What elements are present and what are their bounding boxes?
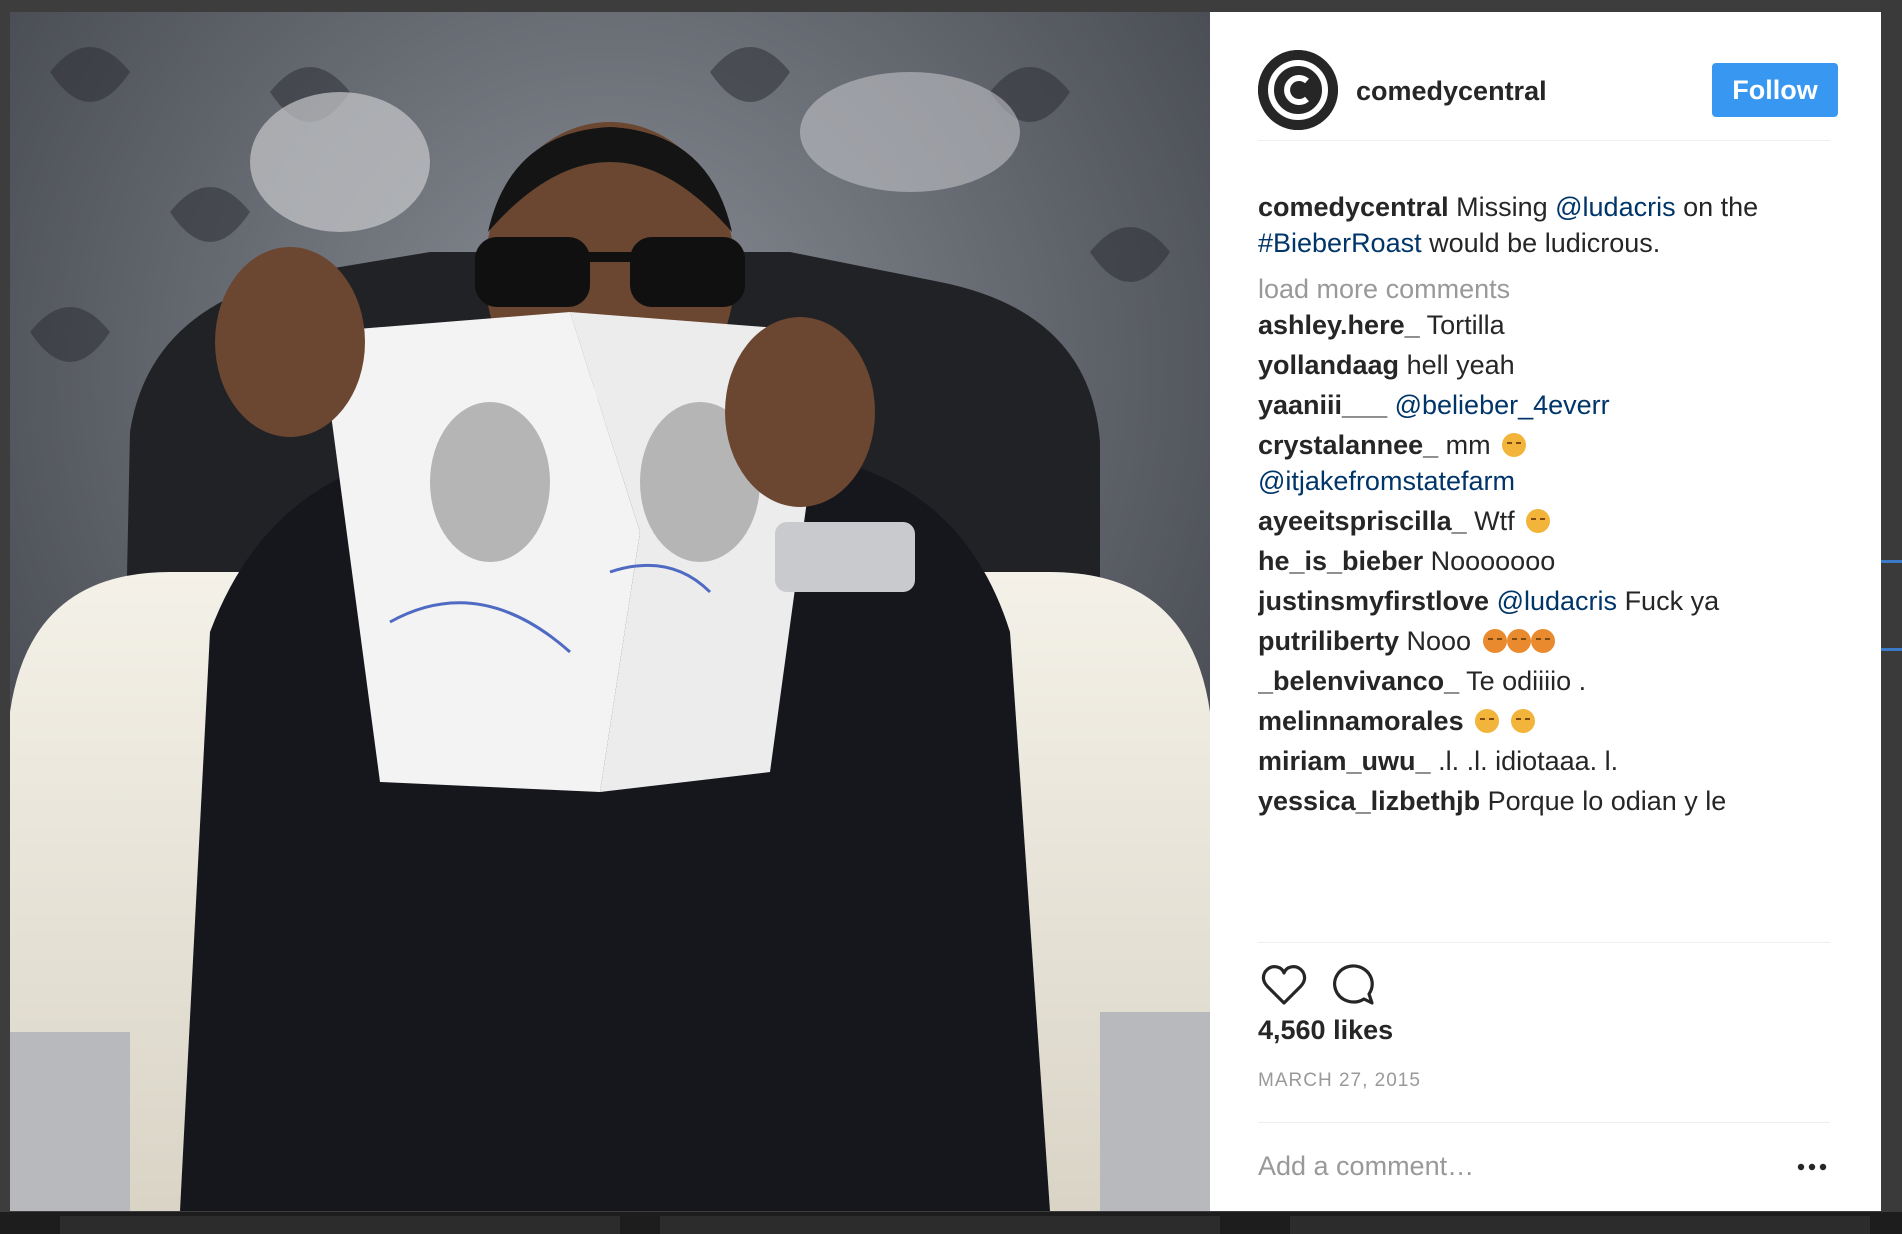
add-comment-input[interactable] bbox=[1258, 1141, 1778, 1191]
list-item: justinsmyfirstlove @ludacris Fuck ya bbox=[1258, 583, 1830, 619]
comment-mention[interactable]: @belieber_4everr bbox=[1395, 390, 1610, 420]
comment-username[interactable]: yessica_lizbethjb bbox=[1258, 786, 1480, 816]
angry-emoji-icon bbox=[1482, 629, 1507, 653]
post-date: MARCH 27, 2015 bbox=[1258, 1070, 1421, 1091]
comment-username[interactable]: yollandaag bbox=[1258, 350, 1399, 380]
comment-username[interactable]: miriam_uwu_ bbox=[1258, 746, 1431, 776]
comment-text: Fuck ya bbox=[1624, 586, 1720, 616]
post-modal: comedycentral Follow comedycentral Missi… bbox=[10, 12, 1881, 1211]
comment-text: Te odiiiio . bbox=[1466, 666, 1587, 696]
comment-username[interactable]: ashley.here_ bbox=[1258, 310, 1420, 340]
follow-button[interactable]: Follow bbox=[1712, 63, 1838, 117]
comedy-central-logo-icon bbox=[1258, 50, 1338, 130]
comment-bubble-icon[interactable] bbox=[1326, 959, 1378, 1011]
comment-username[interactable]: putriliberty bbox=[1258, 626, 1399, 656]
comment-text: Tortilla bbox=[1426, 310, 1505, 340]
list-item: he_is_bieber Nooooooo bbox=[1258, 543, 1830, 579]
avatar[interactable] bbox=[1258, 50, 1338, 130]
comment-mention[interactable]: @ludacris bbox=[1497, 586, 1617, 616]
comment-username[interactable]: ayeeitspriscilla_ bbox=[1258, 506, 1467, 536]
caption-mention[interactable]: @ludacris bbox=[1555, 192, 1675, 222]
action-bar bbox=[1258, 942, 1830, 1005]
comment-username[interactable]: melinnamorales bbox=[1258, 706, 1464, 736]
caption-text: Missing bbox=[1448, 192, 1556, 222]
list-item: ashley.here_ Tortilla bbox=[1258, 307, 1830, 343]
list-item: crystalannee_ mm @itjakefromstatefarm bbox=[1258, 427, 1830, 499]
list-item: yollandaag hell yeah bbox=[1258, 347, 1830, 383]
comment-text: Wtf bbox=[1474, 506, 1515, 536]
more-options-icon[interactable] bbox=[1790, 1145, 1834, 1189]
expressionless-emoji-icon bbox=[1475, 709, 1500, 733]
angry-emoji-icon bbox=[1530, 629, 1555, 653]
comment-text: mm bbox=[1445, 430, 1491, 460]
caption: comedycentral Missing @ludacris on the #… bbox=[1258, 189, 1830, 261]
post-side-panel: comedycentral Follow comedycentral Missi… bbox=[1210, 12, 1881, 1211]
post-header: comedycentral Follow bbox=[1258, 50, 1838, 141]
list-item: putriliberty Nooo bbox=[1258, 623, 1830, 659]
background-thumbnail-strip bbox=[0, 1212, 1902, 1234]
load-more-comments-link[interactable]: load more comments bbox=[1258, 271, 1830, 307]
angry-emoji-icon bbox=[1506, 629, 1531, 653]
likes-count[interactable]: 4,560 likes bbox=[1258, 1015, 1393, 1046]
add-comment-bar bbox=[1258, 1122, 1830, 1203]
caption-hashtag[interactable]: #BieberRoast bbox=[1258, 228, 1422, 258]
post-photo bbox=[10, 12, 1210, 1211]
comments-list[interactable]: comedycentral Missing @ludacris on the #… bbox=[1258, 189, 1830, 934]
list-item: melinnamorales bbox=[1258, 703, 1830, 739]
comment-text: Nooooooo bbox=[1430, 546, 1556, 576]
list-item: _belenvivanco_ Te odiiiio . bbox=[1258, 663, 1830, 699]
caption-text: would be ludicrous. bbox=[1421, 228, 1661, 258]
comment-username[interactable]: justinsmyfirstlove bbox=[1258, 586, 1489, 616]
caption-username[interactable]: comedycentral bbox=[1258, 192, 1449, 222]
heart-icon[interactable] bbox=[1258, 959, 1310, 1011]
list-item: ayeeitspriscilla_ Wtf bbox=[1258, 503, 1830, 539]
caption-text: on the bbox=[1675, 192, 1759, 222]
unamused-emoji-icon bbox=[1526, 509, 1551, 533]
comment-username[interactable]: he_is_bieber bbox=[1258, 546, 1423, 576]
comment-text: Nooo bbox=[1406, 626, 1472, 656]
comment-text: hell yeah bbox=[1406, 350, 1515, 380]
comment-username[interactable]: _belenvivanco_ bbox=[1258, 666, 1459, 696]
comment-text: .l. .l. idiotaaa. l. bbox=[1438, 746, 1619, 776]
unamused-emoji-icon bbox=[1502, 433, 1527, 457]
list-item: yaaniii___ @belieber_4everr bbox=[1258, 387, 1830, 423]
comment-mention[interactable]: @itjakefromstatefarm bbox=[1258, 466, 1515, 496]
list-item: miriam_uwu_ .l. .l. idiotaaa. l. bbox=[1258, 743, 1830, 779]
comment-username[interactable]: yaaniii___ bbox=[1258, 390, 1387, 420]
comment-username[interactable]: crystalannee_ bbox=[1258, 430, 1438, 460]
comment-text: Porque lo odian y le bbox=[1487, 786, 1727, 816]
expressionless-emoji-icon bbox=[1510, 709, 1535, 733]
header-username[interactable]: comedycentral bbox=[1356, 76, 1547, 107]
list-item: yessica_lizbethjb Porque lo odian y le bbox=[1258, 783, 1830, 819]
background-window-edge bbox=[1880, 0, 1902, 1234]
